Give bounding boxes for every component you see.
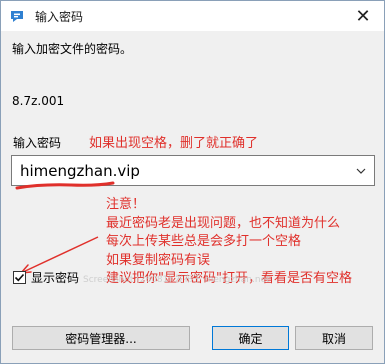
cancel-button[interactable]: 取消 xyxy=(295,326,373,350)
password-value: himengzhan.vip xyxy=(20,162,140,180)
password-input[interactable]: himengzhan.vip xyxy=(11,155,375,186)
app-icon xyxy=(8,7,26,25)
annotation-arrow-line xyxy=(20,236,99,274)
prompt-text: 输入加密文件的密码。 xyxy=(12,42,133,56)
password-manager-button[interactable]: 密码管理器... xyxy=(12,326,190,350)
close-icon[interactable]: ✕ xyxy=(352,6,374,27)
chevron-down-icon[interactable] xyxy=(350,158,372,183)
file-name: 8.7z.001 xyxy=(12,94,65,108)
show-password-option[interactable]: 显示密码 xyxy=(13,269,79,286)
ok-button[interactable]: 确定 xyxy=(212,326,289,350)
password-dialog: 输入密码 ✕ 输入加密文件的密码。 8.7z.001 输入密码 如果出现空格，删… xyxy=(0,0,385,364)
window-title: 输入密码 xyxy=(35,9,84,24)
annotation-note-line: 如果复制密码有误 xyxy=(106,252,211,268)
checkmark-icon xyxy=(14,273,25,282)
title-bar: 输入密码 ✕ xyxy=(1,1,384,31)
annotation-note-line: 注意！ xyxy=(106,197,146,212)
password-label: 输入密码 xyxy=(13,136,62,150)
show-password-checkbox[interactable] xyxy=(13,271,26,284)
show-password-label: 显示密码 xyxy=(31,271,80,285)
annotation-note-line: 每次上传某些总是会多打一个空格 xyxy=(106,234,302,249)
annotation-note-line: 最近密码老是出现问题，也不知道为什么 xyxy=(106,215,341,231)
watermark-text: Screenshot (26081) 发布于 mengzhan.net xyxy=(83,275,270,285)
annotation-space-note: 如果出现空格，删了就正确了 xyxy=(89,136,259,151)
